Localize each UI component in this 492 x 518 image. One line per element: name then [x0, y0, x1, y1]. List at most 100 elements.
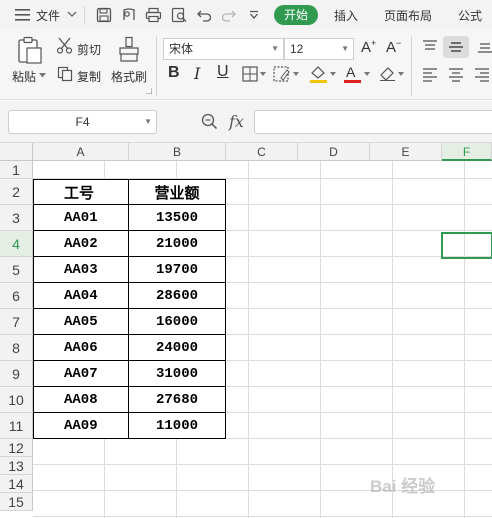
column-header-f[interactable]: F [442, 143, 492, 161]
increase-font-size-icon[interactable]: A+ [361, 38, 376, 56]
table-cell-id[interactable]: AA03 [33, 257, 129, 283]
copy-icon[interactable] [57, 66, 73, 82]
paste-icon[interactable] [17, 36, 43, 64]
dialog-launcher-icon[interactable] [146, 88, 152, 94]
row-header-7[interactable]: 7 [0, 309, 33, 335]
paste-label[interactable]: 粘贴 [12, 68, 36, 85]
column-header-c[interactable]: C [226, 143, 298, 161]
format-painter-icon[interactable] [118, 36, 140, 63]
column-header-d[interactable]: D [298, 143, 370, 161]
tab-home[interactable]: 开始 [274, 5, 318, 25]
cut-icon[interactable] [56, 37, 73, 54]
row-header-6[interactable]: 6 [0, 283, 33, 309]
chevron-down-icon: ▼ [144, 117, 152, 126]
table-cell-id[interactable]: AA09 [33, 413, 129, 439]
fill-color-icon[interactable] [309, 64, 337, 84]
undo-icon[interactable] [197, 8, 212, 22]
row-header-15[interactable]: 15 [0, 493, 33, 511]
file-menu[interactable]: 文件 [36, 7, 60, 24]
borders-icon[interactable] [242, 66, 266, 82]
tab-formulas[interactable]: 公式 [458, 7, 482, 24]
row-header-2[interactable]: 2 [0, 179, 33, 205]
name-box-value: F4 [75, 115, 90, 129]
menu-bar: 文件 开始 插入 页面布局 公式 [0, 0, 492, 30]
hamburger-menu-icon[interactable] [15, 8, 31, 22]
column-header-a[interactable]: A [33, 143, 129, 161]
table-cell-id[interactable]: AA04 [33, 283, 129, 309]
format-painter-label[interactable]: 格式刷 [111, 68, 147, 85]
decrease-font-size-icon[interactable]: A− [386, 38, 401, 56]
table-cell-revenue[interactable]: 27680 [129, 387, 226, 413]
table-cell-revenue[interactable]: 11000 [129, 413, 226, 439]
active-cell-f4[interactable] [441, 232, 492, 259]
tab-insert[interactable]: 插入 [334, 7, 358, 24]
watermark-logo: Bai 经验 [370, 477, 436, 496]
font-name-value: 宋体 [169, 42, 194, 56]
row-header-13[interactable]: 13 [0, 457, 33, 475]
bold-button[interactable]: B [168, 64, 180, 82]
copy-label[interactable]: 复制 [77, 68, 101, 85]
formula-bar: F4 ▼ fx [0, 101, 492, 143]
table-cell-revenue[interactable]: 24000 [129, 335, 226, 361]
cut-label[interactable]: 剪切 [77, 41, 101, 58]
row-header-11[interactable]: 11 [0, 413, 33, 439]
print-preview-icon[interactable] [121, 7, 137, 23]
name-box[interactable]: F4 ▼ [8, 110, 157, 134]
table-cell-revenue[interactable]: 28600 [129, 283, 226, 309]
zoom-search-icon[interactable] [201, 113, 218, 130]
paste-dropdown-icon[interactable] [39, 73, 46, 78]
align-middle-button[interactable] [443, 36, 469, 58]
row-header-8[interactable]: 8 [0, 335, 33, 361]
underline-button[interactable]: U [217, 63, 229, 81]
align-left-icon[interactable] [422, 68, 438, 82]
formula-input[interactable] [254, 110, 492, 134]
cell-style-icon[interactable] [273, 66, 300, 82]
align-bottom-icon[interactable] [477, 40, 492, 54]
table-cell-revenue[interactable]: 19700 [129, 257, 226, 283]
table-cell-revenue[interactable]: 16000 [129, 309, 226, 335]
print-icon[interactable] [145, 7, 162, 23]
table-cell-id[interactable]: AA06 [33, 335, 129, 361]
insert-function-icon[interactable]: fx [229, 112, 244, 131]
tab-page-layout[interactable]: 页面布局 [384, 7, 432, 24]
table-cell-id[interactable]: AA02 [33, 231, 129, 257]
table-cell-revenue[interactable]: 13500 [129, 205, 226, 231]
find-icon[interactable] [171, 7, 188, 23]
row-header-1[interactable]: 1 [0, 161, 33, 179]
customize-toolbar-icon[interactable] [249, 10, 259, 20]
column-header-b[interactable]: B [129, 143, 226, 161]
row-header-5[interactable]: 5 [0, 257, 33, 283]
row-header-4[interactable]: 4 [0, 231, 33, 257]
row-header-9[interactable]: 9 [0, 361, 33, 387]
save-icon[interactable] [96, 7, 112, 23]
table-cell-id[interactable]: AA08 [33, 387, 129, 413]
row-header-10[interactable]: 10 [0, 387, 33, 413]
redo-icon[interactable] [221, 8, 236, 22]
table-cell-id[interactable]: AA05 [33, 309, 129, 335]
font-name-select[interactable]: 宋体 ▼ [163, 38, 284, 60]
align-middle-icon [449, 42, 463, 52]
row-header-12[interactable]: 12 [0, 439, 33, 457]
chevron-down-icon: ▼ [271, 44, 279, 53]
row-header-3[interactable]: 3 [0, 205, 33, 231]
table-cell-id[interactable]: AA01 [33, 205, 129, 231]
font-color-icon[interactable]: A [343, 64, 371, 84]
chevron-down-icon[interactable] [67, 11, 77, 18]
align-top-icon[interactable] [422, 40, 438, 54]
font-size-select[interactable]: 12 ▼ [284, 38, 354, 60]
align-right-icon[interactable] [474, 68, 490, 82]
ribbon-divider [411, 36, 412, 96]
column-header-e[interactable]: E [370, 143, 442, 161]
menu-divider [84, 6, 85, 24]
italic-button[interactable]: I [194, 64, 200, 83]
font-size-value: 12 [290, 42, 304, 56]
select-all-corner[interactable] [0, 143, 33, 161]
align-center-icon[interactable] [448, 68, 464, 82]
table-header-employee-id[interactable]: 工号 [33, 179, 129, 205]
table-cell-revenue[interactable]: 31000 [129, 361, 226, 387]
table-cell-id[interactable]: AA07 [33, 361, 129, 387]
clear-format-icon[interactable] [378, 65, 406, 82]
row-header-14[interactable]: 14 [0, 475, 33, 493]
table-header-revenue[interactable]: 营业额 [129, 179, 226, 205]
table-cell-revenue[interactable]: 21000 [129, 231, 226, 257]
